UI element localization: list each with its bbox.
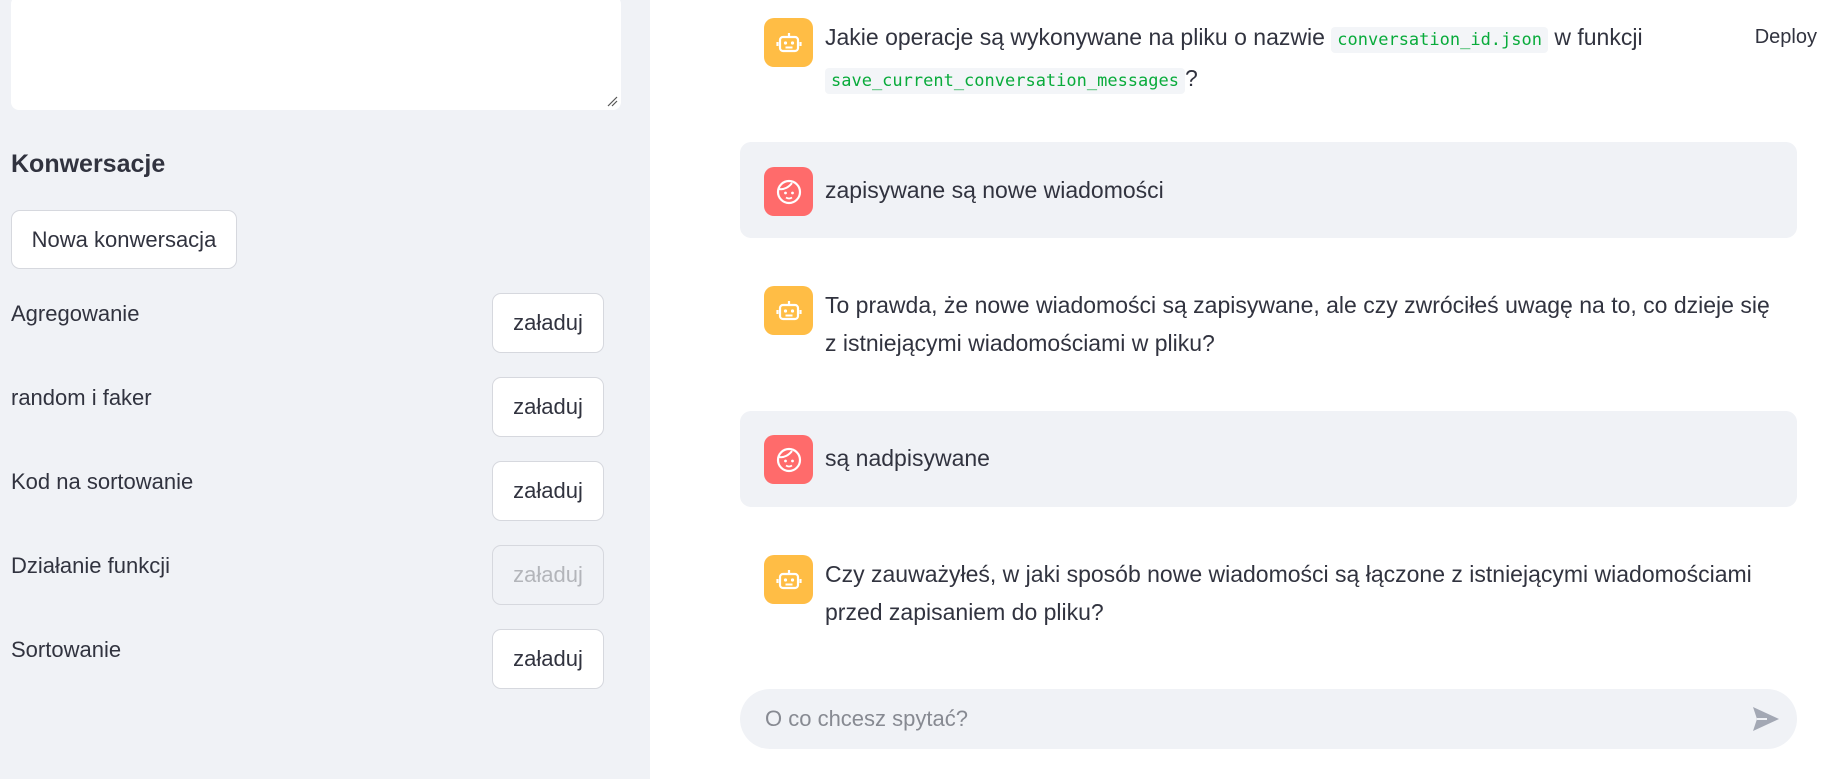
conversation-title: random i faker bbox=[11, 385, 152, 410]
chat-main: Deploy Jakie operacje są wykonywane na p… bbox=[650, 0, 1825, 779]
message-text: zapisywane są nowe wiadomości bbox=[825, 177, 1164, 203]
user-face-icon bbox=[764, 167, 813, 216]
new-conversation-button[interactable]: Nowa konwersacja bbox=[11, 210, 237, 269]
user-message: zapisywane są nowe wiadomości bbox=[740, 142, 1797, 238]
load-conversation-button-disabled: załaduj bbox=[492, 545, 604, 605]
conversation-title: Kod na sortowanie bbox=[11, 469, 194, 494]
message-text: Jakie operacje są wykonywane na pliku o … bbox=[825, 18, 1755, 100]
message-text: są nadpisywane bbox=[825, 445, 990, 471]
chat-input-container bbox=[740, 689, 1797, 749]
message-text-part: w funkcji bbox=[1554, 24, 1643, 50]
conversation-row: Sortowanie załaduj bbox=[11, 629, 604, 694]
inline-code: save_current_conversation_messages bbox=[825, 68, 1185, 94]
conversation-row: Działanie funkcji załaduj bbox=[11, 545, 604, 610]
app: Konwersacje Nowa konwersacja Agregowanie… bbox=[0, 0, 1825, 779]
conversation-row: random i faker załaduj bbox=[11, 377, 604, 442]
robot-icon bbox=[764, 286, 813, 335]
conversation-row: Kod na sortowanie załaduj bbox=[11, 461, 604, 526]
user-message: są nadpisywane bbox=[740, 411, 1797, 507]
robot-icon bbox=[764, 555, 813, 604]
conversation-title: Sortowanie bbox=[11, 637, 122, 662]
message-text: To prawda, że nowe wiadomości są zapisyw… bbox=[825, 292, 1770, 356]
assistant-message: Czy zauważyłeś, w jaki sposób nowe wiado… bbox=[740, 540, 1797, 650]
message-text-part: ? bbox=[1185, 65, 1198, 91]
sidebar: Konwersacje Nowa konwersacja Agregowanie… bbox=[0, 0, 650, 779]
conversation-row: Agregowanie załaduj bbox=[11, 293, 604, 358]
robot-icon bbox=[764, 18, 813, 67]
send-icon[interactable] bbox=[1751, 705, 1781, 733]
load-conversation-button[interactable]: załaduj bbox=[492, 629, 604, 689]
conversation-title: Działanie funkcji bbox=[11, 553, 170, 578]
conversations-heading: Konwersacje bbox=[11, 150, 166, 178]
conversation-title: Agregowanie bbox=[11, 301, 140, 326]
load-conversation-button[interactable]: załaduj bbox=[492, 461, 604, 521]
assistant-message: Jakie operacje są wykonywane na pliku o … bbox=[740, 0, 1797, 120]
chat-input[interactable] bbox=[765, 689, 1725, 749]
message-text-part: Jakie operacje są wykonywane na pliku o … bbox=[825, 24, 1325, 50]
assistant-message: To prawda, że nowe wiadomości są zapisyw… bbox=[740, 270, 1797, 380]
sidebar-textarea[interactable] bbox=[11, 0, 621, 110]
message-text: Czy zauważyłeś, w jaki sposób nowe wiado… bbox=[825, 561, 1752, 625]
load-conversation-button[interactable]: załaduj bbox=[492, 377, 604, 437]
load-conversation-button[interactable]: załaduj bbox=[492, 293, 604, 353]
inline-code: conversation_id.json bbox=[1331, 27, 1548, 53]
user-face-icon bbox=[764, 435, 813, 484]
resize-grip-icon[interactable] bbox=[606, 95, 618, 107]
